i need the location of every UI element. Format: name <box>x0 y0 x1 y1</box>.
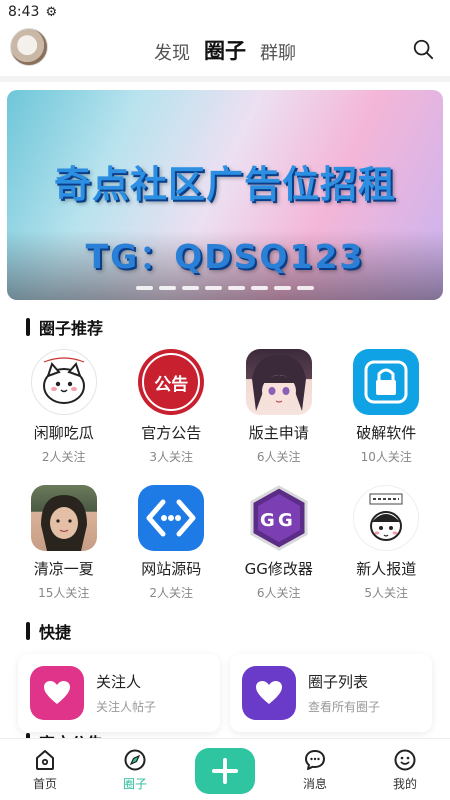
circle-follow-count: 2人关注 <box>149 586 194 600</box>
nav-post[interactable] <box>180 738 270 800</box>
banner-page-dot[interactable] <box>136 286 153 290</box>
nav-circles[interactable]: 圈子 <box>90 738 180 800</box>
circle-name: 新人报道 <box>356 560 417 578</box>
announcement-seal-icon: 公告 <box>138 349 205 415</box>
circle-follow-count: 3人关注 <box>149 450 194 464</box>
gg-logo-icon: G G <box>246 485 312 551</box>
circle-name: 官方公告 <box>141 424 202 442</box>
circle-name: 清凉一夏 <box>33 560 94 578</box>
svg-text:G: G <box>278 510 293 531</box>
circle-item[interactable]: 闲聊吃瓜 2人关注 <box>10 344 118 480</box>
nav-home[interactable]: 首页 <box>0 738 90 800</box>
section-marker <box>26 318 30 336</box>
header-divider <box>0 76 450 82</box>
top-header: 发现 圈子 群聊 <box>0 24 450 76</box>
status-time: 8:43 <box>8 4 40 20</box>
app-screen: 8:43 ⚙ 发现 圈子 群聊 奇点社区广告位招租 TG：QDSQ123 圈子推… <box>0 0 450 800</box>
heart-icon <box>242 666 296 720</box>
circle-item[interactable]: 公告 官方公告 3人关注 <box>118 344 226 480</box>
quick-card-circle-list[interactable]: 圈子列表 查看所有圈子 <box>230 654 432 732</box>
status-bar: 8:43 ⚙ <box>0 0 450 24</box>
smile-icon <box>394 749 416 771</box>
nav-label: 消息 <box>302 777 327 791</box>
compass-icon <box>124 749 146 771</box>
circles-grid: 闲聊吃瓜 2人关注 公告 官方公告 3人关注 版主申请 6人关注 破解软件 10… <box>0 344 450 616</box>
banner-page-dot[interactable] <box>297 286 314 290</box>
circle-follow-count: 2人关注 <box>41 450 86 464</box>
circle-item[interactable]: G G GG修改器 6人关注 <box>225 480 333 616</box>
message-icon <box>305 750 325 770</box>
section-quick: 快捷 <box>0 614 450 648</box>
section-circles-recommend: 圈子推荐 <box>0 310 450 344</box>
top-tabs: 发现 圈子 群聊 <box>154 35 296 65</box>
quick-card-subtitle: 查看所有圈子 <box>308 700 381 714</box>
circle-item[interactable]: 版主申请 6人关注 <box>225 344 333 480</box>
tab-circles[interactable]: 圈子 <box>204 35 246 65</box>
gear-icon: ⚙ <box>45 4 58 20</box>
quick-card-subtitle: 关注人帖子 <box>96 700 157 714</box>
circle-name: 网站源码 <box>141 560 202 578</box>
quick-card-title: 圈子列表 <box>308 673 369 691</box>
section-title: 快捷 <box>39 623 72 642</box>
circle-follow-count: 6人关注 <box>256 450 301 464</box>
home-icon <box>36 750 54 770</box>
quick-card-title: 关注人 <box>96 673 142 691</box>
circle-name: 闲聊吃瓜 <box>33 424 94 442</box>
banner-page-dot[interactable] <box>159 286 176 290</box>
photo-avatar-icon <box>30 485 97 551</box>
ad-banner[interactable]: 奇点社区广告位招租 TG：QDSQ123 <box>7 90 443 300</box>
circle-item[interactable]: 清凉一夏 15人关注 <box>10 480 118 616</box>
section-title: 圈子推荐 <box>39 319 104 338</box>
banner-title: 奇点社区广告位招租 <box>54 163 396 206</box>
banner-subtitle: TG：QDSQ123 <box>85 237 365 276</box>
seal-text: 公告 <box>154 374 189 395</box>
plus-icon <box>195 748 255 794</box>
banner-pagination <box>7 286 443 290</box>
nav-me[interactable]: 我的 <box>360 738 450 800</box>
circle-follow-count: 15人关注 <box>38 586 90 600</box>
circle-item[interactable]: 破解软件 10人关注 <box>333 344 441 480</box>
banner-page-dot[interactable] <box>274 286 291 290</box>
circle-name: GG修改器 <box>244 560 313 578</box>
nav-label: 首页 <box>32 777 57 791</box>
circle-follow-count: 5人关注 <box>364 586 409 600</box>
search-icon[interactable] <box>412 38 434 60</box>
newbie-sticker-icon <box>353 485 420 551</box>
code-brackets-icon <box>138 485 205 551</box>
nav-label: 我的 <box>392 777 417 791</box>
banner-page-dot[interactable] <box>182 286 199 290</box>
circle-follow-count: 6人关注 <box>256 586 301 600</box>
circle-item[interactable]: 新人报道 5人关注 <box>333 480 441 616</box>
tab-discover[interactable]: 发现 <box>154 39 190 65</box>
anime-girl-icon <box>245 349 312 415</box>
bottom-nav: 首页 圈子 消息 我的 <box>0 738 450 800</box>
heart-icon <box>30 666 84 720</box>
lock-icon <box>353 349 420 415</box>
banner-page-dot[interactable] <box>251 286 268 290</box>
circle-item[interactable]: 网站源码 2人关注 <box>118 480 226 616</box>
circle-name: 破解软件 <box>356 424 417 442</box>
cat-sticker-icon <box>30 349 97 415</box>
banner-page-dot[interactable] <box>228 286 245 290</box>
circle-name: 版主申请 <box>248 424 309 442</box>
banner-page-dot[interactable] <box>205 286 222 290</box>
svg-text:G: G <box>260 510 275 531</box>
quick-cards: 关注人 关注人帖子 圈子列表 查看所有圈子 <box>0 654 450 732</box>
quick-card-following[interactable]: 关注人 关注人帖子 <box>18 654 220 732</box>
section-marker <box>26 622 30 640</box>
nav-label: 圈子 <box>122 777 147 791</box>
nav-messages[interactable]: 消息 <box>270 738 360 800</box>
circle-follow-count: 10人关注 <box>360 450 412 464</box>
avatar[interactable] <box>10 28 48 66</box>
tab-group-chat[interactable]: 群聊 <box>260 39 296 65</box>
